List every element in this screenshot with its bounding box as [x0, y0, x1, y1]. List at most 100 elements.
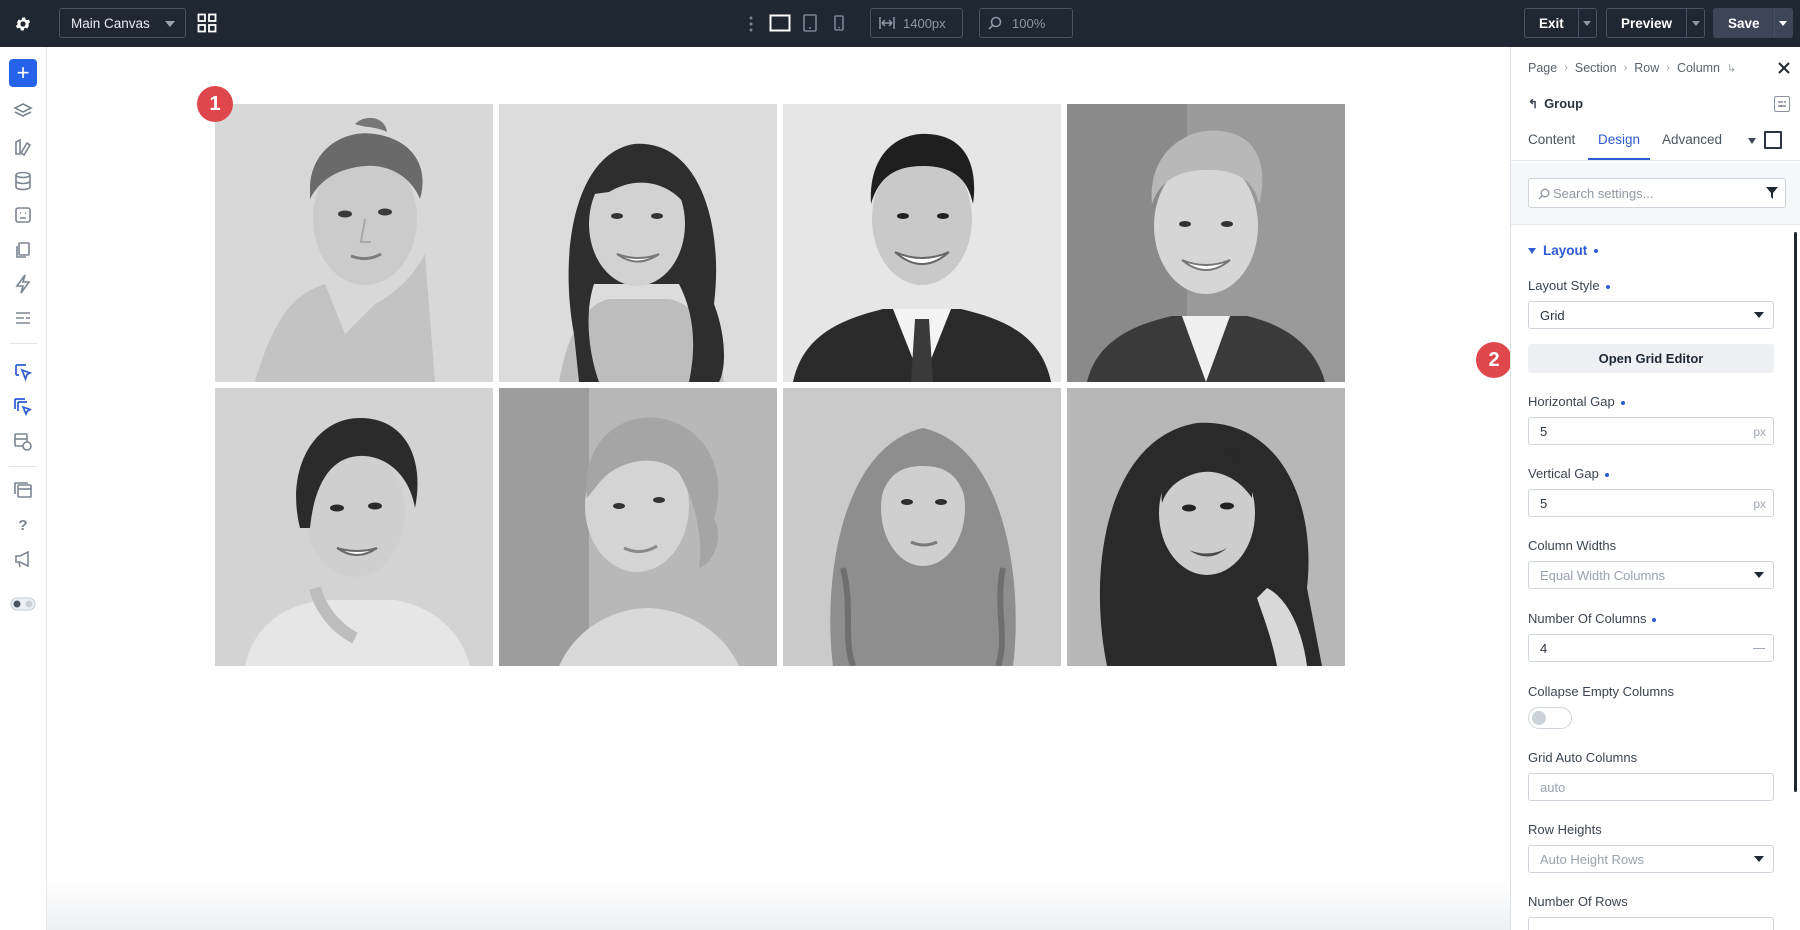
layout-icon[interactable]: [10, 202, 36, 228]
chevron-right-icon: ›: [1666, 62, 1670, 74]
chevron-right-icon: ›: [1623, 62, 1628, 74]
grid-auto-columns-input[interactable]: auto: [1528, 773, 1774, 801]
chevron-down-icon: [1583, 20, 1592, 26]
photo-woman-updo[interactable]: [215, 104, 493, 382]
canvas-select[interactable]: Main Canvas: [59, 8, 186, 38]
bolt-icon[interactable]: [10, 271, 36, 297]
brush-icon[interactable]: [10, 134, 36, 160]
left-sidebar: + ?: [0, 47, 47, 930]
grid-auto-columns-placeholder: auto: [1540, 779, 1566, 795]
photo-man-suit[interactable]: [783, 104, 1061, 382]
vertical-gap-label: Vertical Gap: [1528, 466, 1609, 481]
layers-icon[interactable]: [10, 99, 36, 125]
element-title: ↰ Group: [1528, 96, 1583, 111]
chevron-down-icon[interactable]: [1748, 138, 1756, 144]
grid-auto-columns-label: Grid Auto Columns: [1528, 750, 1638, 765]
tab-content[interactable]: Content: [1528, 132, 1575, 147]
photo-man-blond[interactable]: [1067, 104, 1345, 382]
active-tab-indicator: [1588, 158, 1650, 160]
unit-label: px: [1753, 425, 1766, 439]
exit-label: Exit: [1539, 15, 1564, 31]
close-icon[interactable]: [1777, 61, 1791, 75]
settings-tabs: Content Design Advanced: [1511, 122, 1800, 161]
pages-icon[interactable]: [10, 237, 36, 263]
tab-advanced[interactable]: Advanced: [1662, 132, 1722, 147]
layout-section-title: Layout: [1543, 243, 1588, 258]
zoom-input[interactable]: 100%: [979, 8, 1073, 38]
filter-icon[interactable]: [1766, 187, 1778, 199]
breadcrumb: Page › Section › Row › Column ↳: [1528, 61, 1743, 75]
layout-section-header[interactable]: Layout: [1528, 243, 1599, 258]
vertical-gap-input[interactable]: 5 px: [1528, 489, 1774, 517]
number-of-rows-input[interactable]: [1528, 917, 1774, 930]
breadcrumb-row[interactable]: Row: [1634, 61, 1659, 75]
column-widths-select[interactable]: Equal Width Columns: [1528, 561, 1774, 589]
grid-view-icon[interactable]: [197, 12, 219, 34]
database-icon[interactable]: [10, 168, 36, 194]
photo-woman-hand-neck[interactable]: [1067, 388, 1345, 666]
preview-button[interactable]: Preview: [1606, 8, 1706, 38]
more-options-icon[interactable]: [747, 14, 755, 34]
step-marker-1: 1: [197, 86, 233, 122]
chevron-down-icon: [1691, 20, 1700, 26]
layout-style-select[interactable]: Grid: [1528, 301, 1774, 329]
dropdown-icon: [1754, 572, 1764, 578]
breadcrumb-section[interactable]: Section: [1575, 61, 1617, 75]
responsive-view-icon[interactable]: [1764, 131, 1782, 149]
dropdown-icon: [1754, 312, 1764, 318]
dropdown-icon: [1754, 856, 1764, 862]
toggle-icon[interactable]: [10, 591, 36, 617]
panel-scrollbar[interactable]: [1794, 232, 1797, 792]
chevron-down-icon: [1779, 20, 1788, 26]
collapse-empty-columns-label: Collapse Empty Columns: [1528, 684, 1674, 699]
column-widths-value: Equal Width Columns: [1540, 567, 1665, 583]
windows-icon[interactable]: [10, 477, 36, 503]
photo-woman-bride[interactable]: [215, 388, 493, 666]
search-area: Search settings...: [1511, 163, 1800, 225]
photo-woman-wavy[interactable]: [783, 388, 1061, 666]
breadcrumb-column[interactable]: Column: [1677, 61, 1720, 75]
caret-down-icon: [1528, 247, 1536, 254]
canvas-width-input[interactable]: 1400px: [870, 8, 963, 38]
collapse-empty-columns-toggle[interactable]: [1528, 707, 1572, 729]
add-icon[interactable]: +: [9, 59, 37, 87]
help-icon[interactable]: ?: [10, 512, 36, 538]
list-icon[interactable]: [10, 305, 36, 331]
photo-woman-over-shoulder[interactable]: [499, 388, 777, 666]
save-button[interactable]: Save: [1713, 8, 1793, 38]
pointer-multi-icon[interactable]: [10, 394, 36, 420]
photo-woman-long-hair[interactable]: [499, 104, 777, 382]
canvas-bottom-fade: [47, 880, 1510, 930]
theme-icon[interactable]: [10, 429, 36, 455]
back-arrow-icon[interactable]: ↰: [1528, 97, 1538, 111]
width-icon: [879, 17, 895, 29]
tablet-view-icon[interactable]: [800, 12, 820, 34]
preview-label: Preview: [1621, 15, 1673, 31]
exit-dropdown-toggle[interactable]: [1577, 9, 1596, 37]
row-heights-select[interactable]: Auto Height Rows: [1528, 845, 1774, 873]
number-of-columns-input[interactable]: 4: [1528, 634, 1774, 662]
tab-design[interactable]: Design: [1598, 132, 1640, 147]
exit-button[interactable]: Exit: [1524, 8, 1597, 38]
gear-icon[interactable]: [11, 12, 35, 36]
search-icon: [988, 16, 1002, 30]
desktop-view-icon[interactable]: [768, 12, 792, 34]
horizontal-gap-label: Horizontal Gap: [1528, 394, 1625, 409]
search-input[interactable]: Search settings...: [1528, 178, 1786, 208]
horizontal-gap-input[interactable]: 5 px: [1528, 417, 1774, 445]
layout-style-value: Grid: [1540, 307, 1565, 323]
reset-icon[interactable]: [1753, 648, 1765, 649]
vertical-gap-value: 5: [1540, 495, 1548, 511]
pointer-icon[interactable]: [10, 359, 36, 385]
sidebar-divider: [9, 466, 37, 467]
breadcrumb-page[interactable]: Page: [1528, 61, 1557, 75]
preset-icon[interactable]: [1774, 96, 1790, 112]
row-heights-value: Auto Height Rows: [1540, 851, 1645, 867]
open-grid-editor-button[interactable]: Open Grid Editor: [1528, 344, 1774, 373]
row-heights-label: Row Heights: [1528, 822, 1602, 837]
megaphone-icon[interactable]: [10, 546, 36, 572]
save-dropdown-toggle[interactable]: [1773, 9, 1792, 37]
phone-view-icon[interactable]: [830, 12, 848, 34]
modified-dot: [1594, 248, 1599, 253]
preview-dropdown-toggle[interactable]: [1686, 9, 1704, 37]
